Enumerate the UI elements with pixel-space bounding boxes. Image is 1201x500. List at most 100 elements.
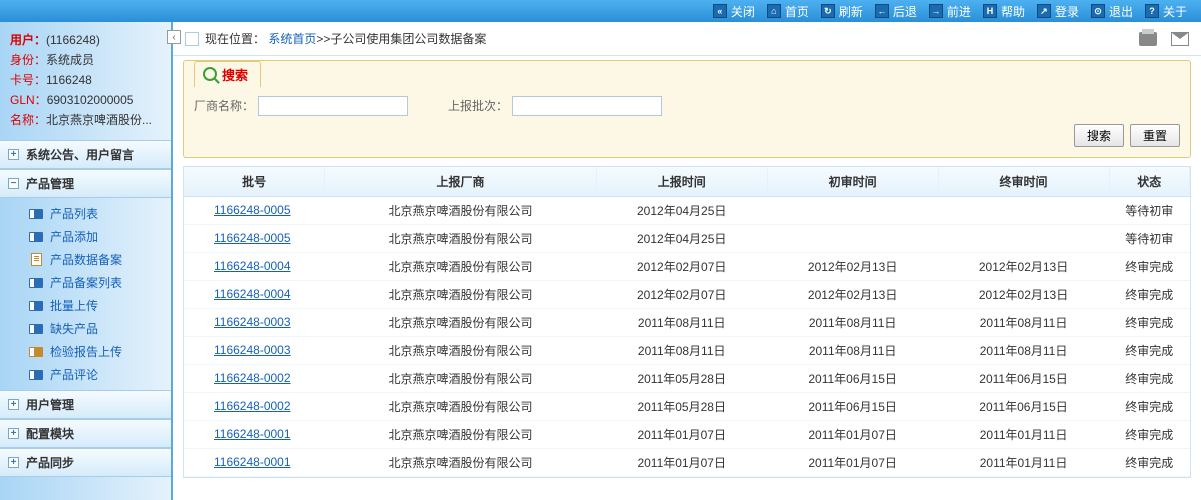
nav-item[interactable]: 检验报告上传 [28, 340, 171, 363]
main-content: 现在位置： 系统首页 >> 子公司使用集团公司数据备案 搜索 厂商名称： 上报批… [173, 22, 1201, 500]
breadcrumb-home-link[interactable]: 系统首页 [268, 30, 316, 47]
cell-status: 终审完成 [1109, 336, 1189, 364]
card-value: 1166248 [46, 73, 92, 87]
cell-batch: 1166248-0003 [184, 336, 325, 364]
nav-config[interactable]: +配置模块 [0, 419, 171, 448]
toolbar-后退[interactable]: ←后退 [875, 3, 917, 20]
cell-final-review: 2011年06月15日 [938, 392, 1109, 420]
batch-link[interactable]: 1166248-0001 [214, 455, 291, 469]
nav-user-management[interactable]: +用户管理 [0, 390, 171, 419]
batch-link[interactable]: 1166248-0004 [214, 287, 291, 301]
cell-submit-time: 2011年08月11日 [596, 336, 767, 364]
batch-link[interactable]: 1166248-0002 [214, 371, 291, 385]
column-header: 终审时间 [938, 167, 1109, 197]
batch-link[interactable]: 1166248-0001 [214, 427, 291, 441]
cell-first-review: 2011年08月11日 [767, 308, 938, 336]
cell-batch: 1166248-0003 [184, 308, 325, 336]
breadcrumb-sep: >> [316, 32, 330, 46]
cell-status: 等待初审 [1109, 196, 1189, 224]
cell-company: 北京燕京啤酒股份有限公司 [325, 308, 596, 336]
breadcrumb: 现在位置： 系统首页 >> 子公司使用集团公司数据备案 [173, 22, 1201, 56]
nav-item[interactable]: 产品数据备案 [28, 248, 171, 271]
batch-link[interactable]: 1166248-0003 [214, 343, 291, 357]
print-icon[interactable] [1139, 32, 1157, 46]
cell-batch: 1166248-0002 [184, 364, 325, 392]
book-icon [28, 208, 44, 220]
cell-company: 北京燕京啤酒股份有限公司 [325, 336, 596, 364]
toolbar-帮助[interactable]: H帮助 [983, 3, 1025, 20]
toolbar-登录[interactable]: ↗登录 [1037, 3, 1079, 20]
nav-item[interactable]: 产品评论 [28, 363, 171, 386]
book-icon [28, 323, 44, 335]
toolbar-label: 后退 [893, 3, 917, 20]
toolbar-label: 帮助 [1001, 3, 1025, 20]
column-header: 上报时间 [596, 167, 767, 197]
cell-submit-time: 2011年05月28日 [596, 392, 767, 420]
nav-announcements[interactable]: +系统公告、用户留言 [0, 140, 171, 169]
toolbar-label: 关闭 [731, 3, 755, 20]
user-label: 用户： [10, 33, 46, 47]
nav-item[interactable]: 产品备案列表 [28, 271, 171, 294]
bko-icon [28, 346, 44, 358]
name-label: 名称： [10, 113, 46, 127]
column-header: 上报厂商 [325, 167, 596, 197]
toolbar-首页[interactable]: ⌂首页 [767, 3, 809, 20]
batch-link[interactable]: 1166248-0004 [214, 259, 291, 273]
batch-link[interactable]: 1166248-0005 [214, 203, 291, 217]
batch-link[interactable]: 1166248-0002 [214, 399, 291, 413]
collapse-sidebar-icon[interactable]: ‹ [167, 30, 181, 44]
cell-batch: 1166248-0005 [184, 196, 325, 224]
table-row: 1166248-0005北京燕京啤酒股份有限公司2012年04月25日等待初审 [184, 224, 1190, 252]
search-button[interactable]: 搜索 [1074, 124, 1124, 147]
toolbar-label: 首页 [785, 3, 809, 20]
cell-company: 北京燕京啤酒股份有限公司 [325, 252, 596, 280]
cell-first-review [767, 224, 938, 252]
batch-link[interactable]: 1166248-0005 [214, 231, 291, 245]
toolbar-icon: ↻ [821, 4, 835, 18]
toolbar-icon: → [929, 4, 943, 18]
batch-input[interactable] [512, 96, 662, 116]
toolbar-退出[interactable]: ⊙退出 [1091, 3, 1133, 20]
cell-first-review: 2012年02月13日 [767, 280, 938, 308]
cell-status: 等待初审 [1109, 224, 1189, 252]
nav-item[interactable]: 批量上传 [28, 294, 171, 317]
cell-batch: 1166248-0005 [184, 224, 325, 252]
nav-label: 产品管理 [26, 175, 74, 192]
cell-first-review: 2012年02月13日 [767, 252, 938, 280]
cell-company: 北京燕京啤酒股份有限公司 [325, 364, 596, 392]
nav-item[interactable]: 缺失产品 [28, 317, 171, 340]
nav-product-sync[interactable]: +产品同步 [0, 448, 171, 477]
toolbar-关闭[interactable]: «关闭 [713, 3, 755, 20]
nav-product-management[interactable]: −产品管理 [0, 169, 171, 198]
book-icon [28, 369, 44, 381]
nav-item-label: 产品数据备案 [50, 251, 122, 268]
card-label: 卡号： [10, 73, 46, 87]
nav-item[interactable]: 产品列表 [28, 202, 171, 225]
nav-label: 用户管理 [26, 396, 74, 413]
book-icon [28, 277, 44, 289]
cell-final-review: 2012年02月13日 [938, 252, 1109, 280]
toolbar-label: 前进 [947, 3, 971, 20]
nav-item[interactable]: 产品添加 [28, 225, 171, 248]
cell-submit-time: 2012年02月07日 [596, 280, 767, 308]
column-header: 状态 [1109, 167, 1189, 197]
book-icon [28, 300, 44, 312]
toolbar-关于[interactable]: ?关于 [1145, 3, 1187, 20]
cell-company: 北京燕京啤酒股份有限公司 [325, 392, 596, 420]
mail-icon[interactable] [1171, 32, 1189, 46]
batch-link[interactable]: 1166248-0003 [214, 315, 291, 329]
breadcrumb-page: 子公司使用集团公司数据备案 [330, 30, 486, 47]
plus-icon: + [8, 428, 19, 439]
toolbar-刷新[interactable]: ↻刷新 [821, 3, 863, 20]
toolbar-前进[interactable]: → 前进 [929, 3, 971, 20]
table-row: 1166248-0001北京燕京啤酒股份有限公司2011年01月07日2011年… [184, 448, 1190, 476]
nav-item-label: 检验报告上传 [50, 343, 122, 360]
cell-final-review: 2011年08月11日 [938, 336, 1109, 364]
cell-first-review: 2011年01月07日 [767, 420, 938, 448]
cell-status: 终审完成 [1109, 280, 1189, 308]
toolbar-icon: ? [1145, 4, 1159, 18]
reset-button[interactable]: 重置 [1130, 124, 1180, 147]
breadcrumb-now: 现在位置： [205, 30, 265, 47]
table-row: 1166248-0002 北京燕京啤酒股份有限公司2011年05月28日 2011年… [184, 392, 1190, 420]
company-input[interactable] [258, 96, 408, 116]
